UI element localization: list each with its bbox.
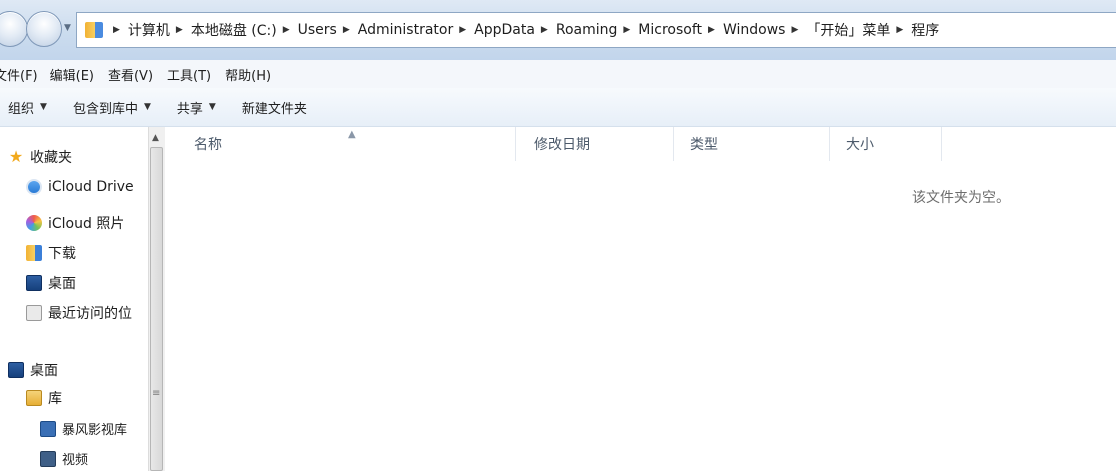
breadcrumb-microsoft[interactable]: Microsoft ▶ <box>638 22 723 38</box>
column-header-name[interactable]: 名称 <box>166 127 516 161</box>
nav-libraries[interactable]: 库 <box>26 388 62 408</box>
nav-recent-places[interactable]: 最近访问的位 <box>26 303 132 323</box>
address-breadcrumb[interactable]: ▶ 计算机 ▶ 本地磁盘 (C:) ▶ Users ▶ Administrator ▶ … <box>76 12 1116 48</box>
new-folder-label: 新建文件夹 <box>241 101 307 117</box>
scroll-up-icon[interactable]: ▲ <box>152 133 159 143</box>
breadcrumb-drive-c[interactable]: 本地磁盘 (C:) ▶ <box>191 20 298 40</box>
folder-icon <box>85 22 103 38</box>
nav-downloads[interactable]: 下载 <box>26 243 76 263</box>
file-list[interactable]: 名称 ▲ 修改日期 类型 大小 该文件夹为空。 <box>166 127 1116 471</box>
breadcrumb-separator-icon[interactable]: ▶ <box>176 25 183 35</box>
breadcrumb-start-menu[interactable]: 「开始」菜单 ▶ <box>806 20 911 40</box>
nav-desktop[interactable]: 桌面 <box>8 360 58 380</box>
column-header-type[interactable]: 类型 <box>674 127 830 161</box>
downloads-folder-icon <box>26 245 42 261</box>
nav-videos[interactable]: 视频 <box>40 449 88 468</box>
breadcrumb-separator[interactable]: ▶ <box>107 25 128 35</box>
breadcrumb-separator-icon[interactable]: ▶ <box>541 25 548 35</box>
nav-storm-video-library[interactable]: 暴风影视库 <box>40 419 127 438</box>
nav-label: 最近访问的位 <box>48 306 132 322</box>
nav-pane-scrollbar[interactable]: ▲ ≡ <box>148 127 165 471</box>
breadcrumb-administrator[interactable]: Administrator ▶ <box>358 22 474 38</box>
empty-folder-message: 该文件夹为空。 <box>912 190 1010 206</box>
organize-label: 组织 <box>8 101 35 117</box>
breadcrumb-roaming[interactable]: Roaming ▶ <box>556 22 638 38</box>
breadcrumb-separator-icon[interactable]: ▶ <box>708 25 715 35</box>
forward-button[interactable] <box>26 11 62 47</box>
share-label: 共享 <box>176 101 203 117</box>
column-header-size[interactable]: 大小 <box>830 127 942 161</box>
breadcrumb-appdata[interactable]: AppData ▶ <box>474 22 556 38</box>
breadcrumb-separator-icon[interactable]: ▶ <box>343 25 350 35</box>
menu-help[interactable]: 帮助(H) <box>225 65 271 84</box>
triangle-down-icon: ▼ <box>208 102 216 112</box>
nav-label: 下载 <box>48 246 76 262</box>
include-library-label: 包含到库中 <box>72 101 138 117</box>
menu-view[interactable]: 查看(V) <box>108 65 153 84</box>
star-icon: ★ <box>8 147 24 166</box>
breadcrumb-programs[interactable]: 程序 <box>911 20 939 40</box>
nav-label: 桌面 <box>30 363 58 379</box>
breadcrumb-separator-icon[interactable]: ▶ <box>896 25 903 35</box>
nav-icloud-photos[interactable]: iCloud 照片 <box>26 213 124 233</box>
breadcrumb-separator-icon[interactable]: ▶ <box>791 25 798 35</box>
recent-places-icon <box>26 305 42 321</box>
nav-label: iCloud Drive <box>48 179 134 195</box>
triangle-down-icon: ▼ <box>40 102 47 112</box>
nav-label: 桌面 <box>48 276 76 292</box>
nav-desktop-favorite[interactable]: 桌面 <box>26 273 76 293</box>
breadcrumb-windows[interactable]: Windows ▶ <box>723 22 806 38</box>
menu-bar: 文件(F) 编辑(E) 查看(V) 工具(T) 帮助(H) <box>0 60 1116 88</box>
navigation-pane: ★ 收藏夹 iCloud Drive iCloud 照片 下载 桌面 最近访问的… <box>0 127 148 471</box>
film-library-icon <box>40 420 56 437</box>
library-icon <box>26 390 42 406</box>
nav-label: 收藏夹 <box>30 150 72 166</box>
breadcrumb-computer[interactable]: 计算机 ▶ <box>128 20 191 40</box>
nav-favorites[interactable]: ★ 收藏夹 <box>8 147 72 167</box>
breadcrumb-separator-icon[interactable]: ▶ <box>623 25 630 35</box>
column-header-date-modified[interactable]: 修改日期 <box>516 127 674 161</box>
scrollbar-thumb[interactable] <box>150 147 163 471</box>
recent-pages-dropdown-icon[interactable]: ▼ <box>64 23 71 33</box>
include-in-library-button[interactable]: 包含到库中 ▼ <box>73 98 151 117</box>
nav-label: iCloud 照片 <box>48 216 125 232</box>
back-button[interactable] <box>0 11 28 47</box>
chevron-up-icon: ▲ <box>348 129 356 140</box>
nav-label: 库 <box>48 391 62 407</box>
command-toolbar: 组织 ▼ 包含到库中 ▼ 共享 ▼ 新建文件夹 <box>0 88 1116 127</box>
menu-edit[interactable]: 编辑(E) <box>50 65 94 84</box>
menu-tools[interactable]: 工具(T) <box>167 65 211 84</box>
menu-file[interactable]: 文件(F) <box>0 65 38 84</box>
breadcrumb-separator-icon[interactable]: ▶ <box>459 25 466 35</box>
icloud-drive-icon <box>26 179 42 195</box>
breadcrumb-separator-icon[interactable]: ▶ <box>283 25 290 35</box>
triangle-down-icon: ▼ <box>143 102 151 112</box>
column-header-row: 名称 ▲ 修改日期 类型 大小 <box>166 127 1116 161</box>
icloud-photos-icon <box>26 215 42 231</box>
nav-icloud-drive[interactable]: iCloud Drive <box>26 179 134 195</box>
video-icon <box>40 450 56 467</box>
nav-label: 视频 <box>62 453 89 468</box>
organize-button[interactable]: 组织 ▼ <box>8 98 47 117</box>
breadcrumb-users[interactable]: Users ▶ <box>298 22 358 38</box>
desktop-icon <box>8 362 24 378</box>
new-folder-button[interactable]: 新建文件夹 <box>242 98 307 117</box>
share-button[interactable]: 共享 ▼ <box>177 98 216 117</box>
address-bar-row: ▼ ▶ 计算机 ▶ 本地磁盘 (C:) ▶ Users ▶ Administrator… <box>0 0 1116 61</box>
desktop-icon <box>26 275 42 291</box>
scrollbar-grip-icon: ≡ <box>152 388 161 399</box>
nav-label: 暴风影视库 <box>62 423 128 438</box>
